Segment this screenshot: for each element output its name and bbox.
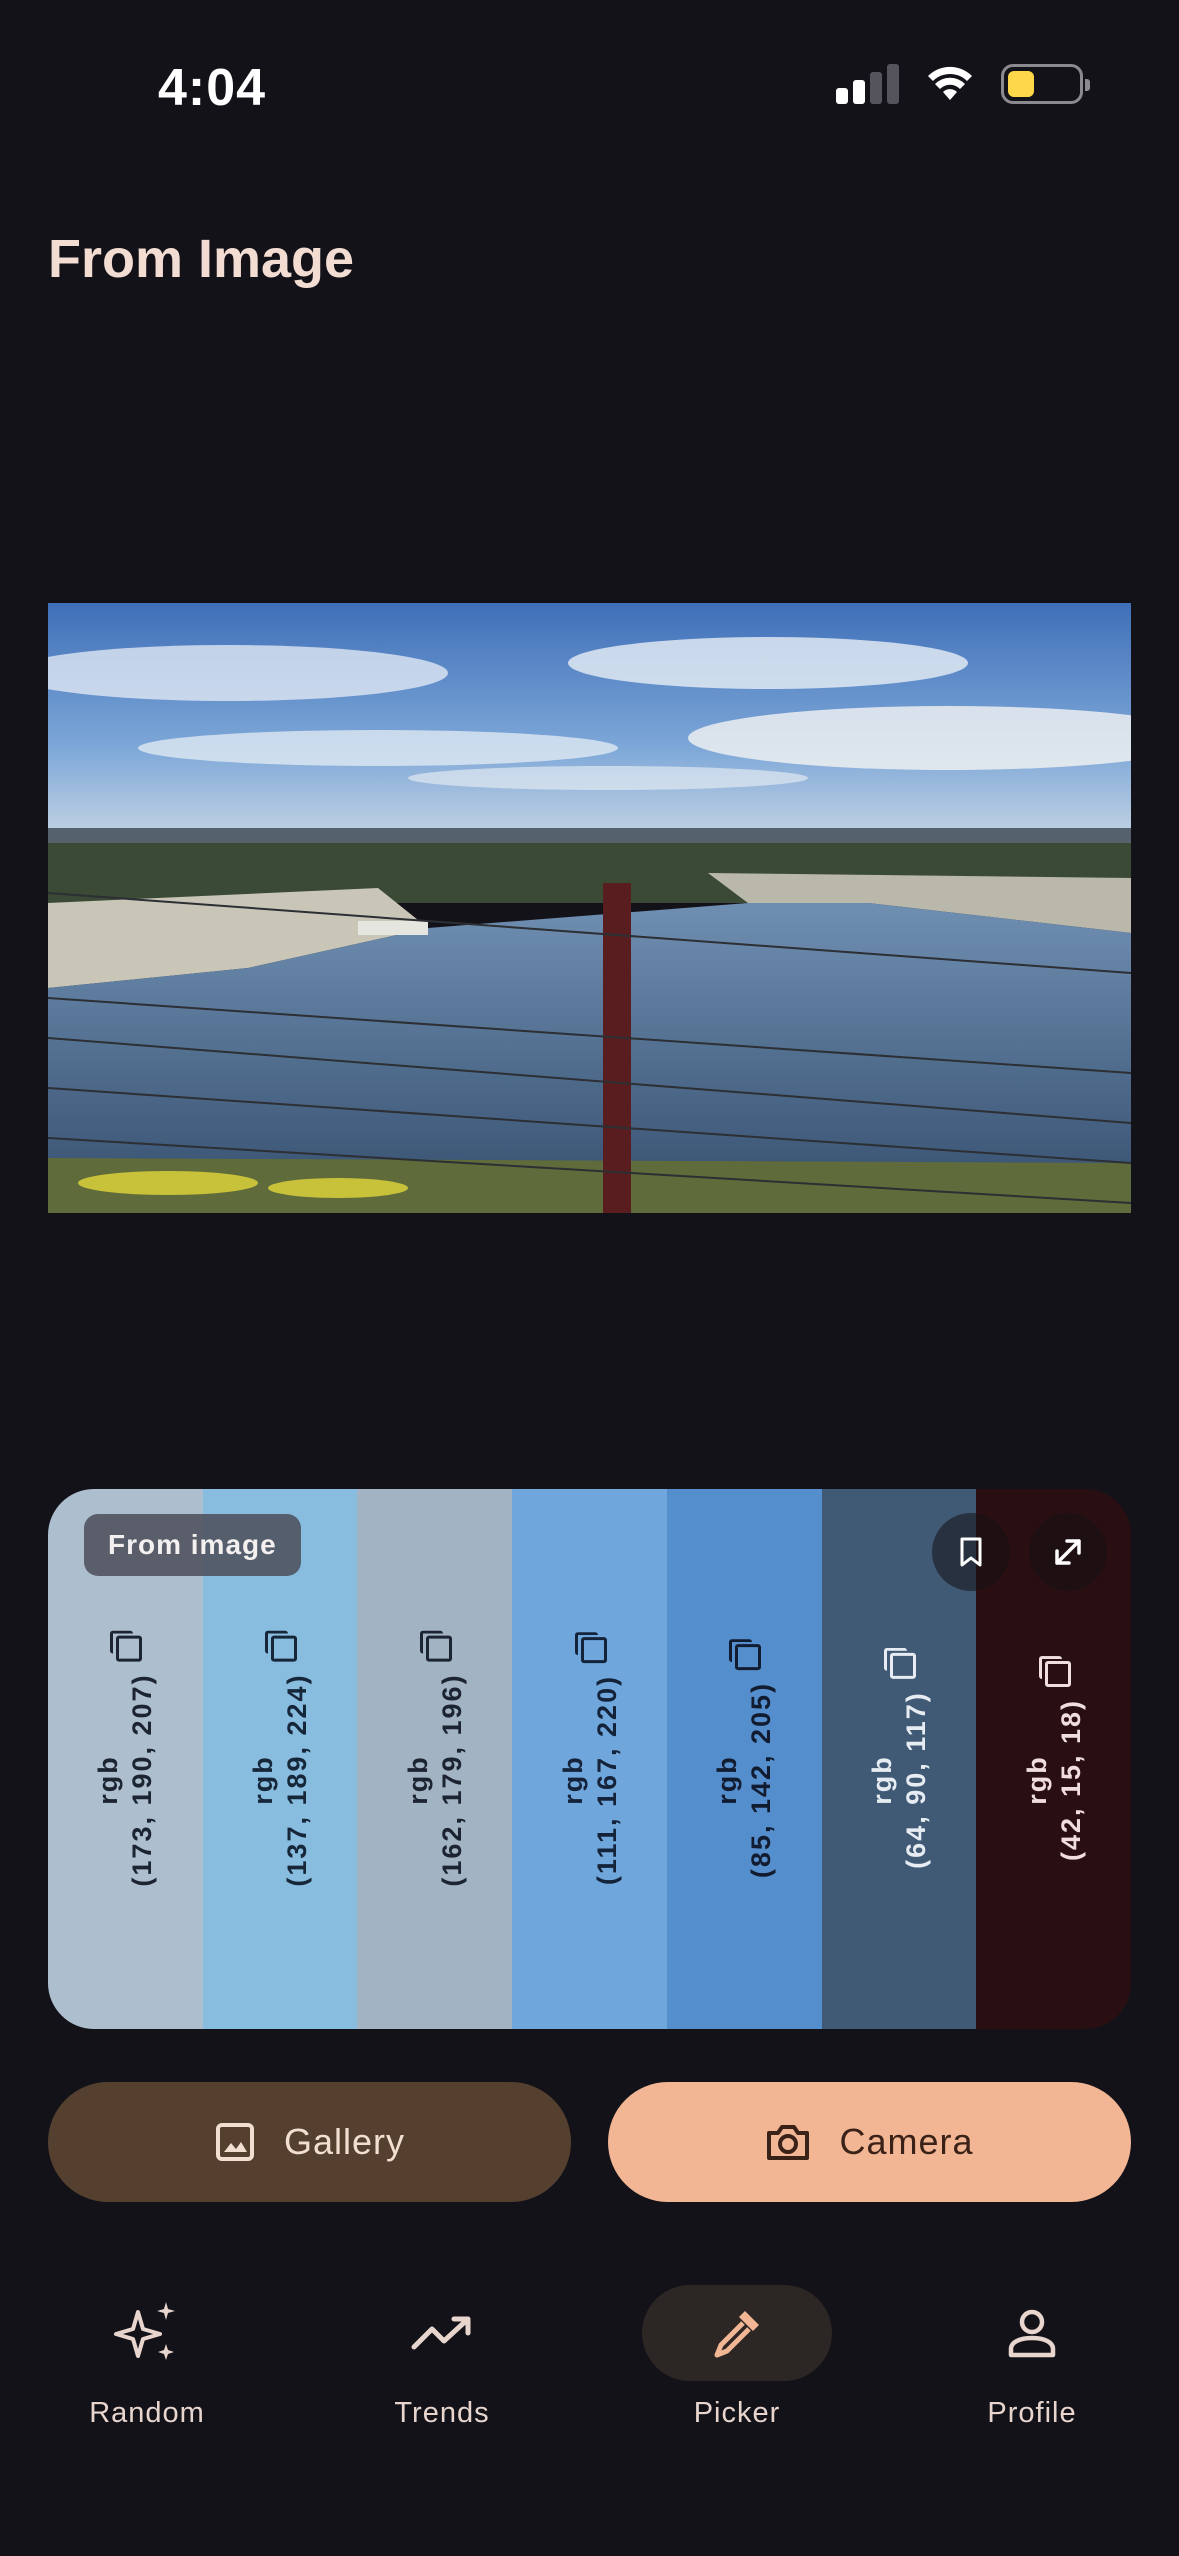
battery-icon xyxy=(1001,64,1090,104)
nav-label: Picker xyxy=(693,2397,781,2429)
swatch-value: (137, 189, 224) xyxy=(282,1673,313,1887)
bookmark-button[interactable] xyxy=(932,1513,1010,1591)
status-time: 4:04 xyxy=(158,59,267,117)
copy-icon[interactable] xyxy=(1039,1657,1069,1687)
nav-label: Trends xyxy=(394,2397,490,2429)
gallery-button[interactable]: Gallery xyxy=(48,2082,571,2202)
image-icon xyxy=(215,2123,254,2161)
swatch-value: (111, 167, 220) xyxy=(591,1674,622,1886)
status-icons xyxy=(836,64,1090,104)
swatch-format: rgb xyxy=(1021,1755,1052,1805)
wifi-icon xyxy=(928,66,972,100)
eyedropper-icon xyxy=(714,2311,759,2358)
bookmark-icon xyxy=(960,1537,982,1567)
source-photo xyxy=(48,603,1131,1213)
swatch-format: rgb xyxy=(402,1755,433,1805)
copy-icon[interactable] xyxy=(420,1631,450,1661)
person-icon xyxy=(1008,2309,1056,2358)
expand-icon xyxy=(1055,1539,1081,1565)
swatch-value: (85, 142, 205) xyxy=(746,1681,777,1879)
nav-item-random[interactable]: Random xyxy=(37,2285,257,2430)
nav-item-trends[interactable]: Trends xyxy=(332,2285,552,2430)
nav-label: Profile xyxy=(987,2397,1077,2429)
swatch-format: rgb xyxy=(866,1755,897,1805)
copy-icon[interactable] xyxy=(110,1631,140,1661)
color-swatch[interactable]: rgb (162, 179, 196) xyxy=(357,1489,513,2029)
nav-active-indicator xyxy=(642,2285,832,2381)
swatch-format: rgb xyxy=(557,1755,588,1805)
swatch-label: rgb (173, 190, 207) xyxy=(91,1631,159,1886)
swatch-value: (42, 15, 18) xyxy=(1055,1698,1086,1862)
nav-label: Random xyxy=(89,2397,205,2429)
color-palette: rgb (173, 190, 207) rgb (137, 189, 224) rg… xyxy=(48,1489,1131,2029)
copy-icon[interactable] xyxy=(575,1633,605,1663)
swatch-format: rgb xyxy=(248,1755,279,1805)
sparkles-icon xyxy=(114,2302,175,2360)
color-swatch[interactable]: rgb (85, 142, 205) xyxy=(666,1489,822,2029)
swatch-value: (162, 179, 196) xyxy=(436,1673,467,1887)
trending-up-icon xyxy=(411,2316,471,2350)
swatch-label: rgb (85, 142, 205) xyxy=(710,1640,778,1878)
swatch-label: rgb (42, 15, 18) xyxy=(1020,1657,1088,1861)
camera-label: Camera xyxy=(839,2121,974,2162)
color-swatch[interactable]: rgb (111, 167, 220) xyxy=(512,1489,667,2029)
copy-icon[interactable] xyxy=(265,1631,295,1661)
gallery-label: Gallery xyxy=(283,2121,406,2162)
cellular-signal-icon xyxy=(836,64,899,104)
nav-item-profile[interactable]: Profile xyxy=(922,2285,1142,2430)
copy-icon[interactable] xyxy=(884,1649,914,1679)
expand-button[interactable] xyxy=(1029,1513,1107,1591)
swatch-format: rgb xyxy=(93,1755,124,1805)
camera-icon xyxy=(767,2125,810,2160)
bottom-navigation: Random Trends Picker Profile xyxy=(0,2285,1179,2445)
swatch-value: (64, 90, 117) xyxy=(900,1691,931,1869)
swatch-label: rgb (137, 189, 224) xyxy=(246,1631,314,1886)
swatch-value: (173, 190, 207) xyxy=(127,1673,158,1887)
swatch-format: rgb xyxy=(712,1755,743,1805)
copy-icon[interactable] xyxy=(729,1640,759,1670)
page-title: From Image xyxy=(48,229,355,289)
swatch-label: rgb (162, 179, 196) xyxy=(401,1631,469,1886)
swatch-label: rgb (111, 167, 220) xyxy=(556,1633,624,1885)
nav-item-picker[interactable]: Picker xyxy=(627,2285,847,2430)
camera-button[interactable]: Camera xyxy=(608,2082,1131,2202)
swatch-label: rgb (64, 90, 117) xyxy=(865,1649,933,1869)
palette-source-chip: From image xyxy=(84,1514,301,1576)
